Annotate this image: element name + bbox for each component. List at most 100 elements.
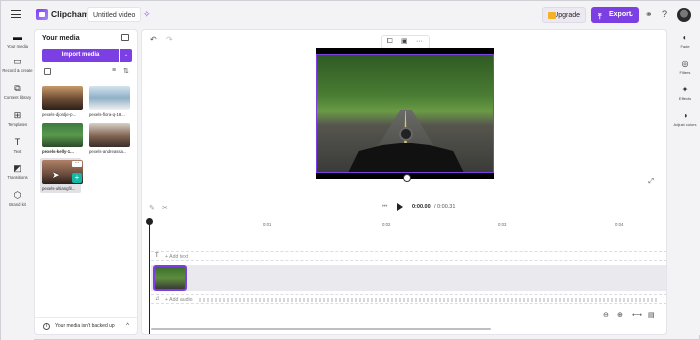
help-icon[interactable]: ? <box>662 9 667 19</box>
rail-item-brand-kit[interactable]: ⬡ Brand kit <box>1 191 34 208</box>
playback-controls: ✎ ✂ ⏮ 0:00.00 / 0:00.31 <box>142 198 666 218</box>
rail-item-content-library[interactable]: ⧉ Content library <box>1 83 34 101</box>
text-track[interactable]: T + Add text <box>151 251 666 261</box>
fullscreen-icon[interactable]: ⤢ <box>648 178 654 186</box>
media-item[interactable]: pexels-andreassa... <box>89 123 130 154</box>
fit-timeline-icon[interactable]: ⟷ <box>632 311 642 319</box>
video-title-field[interactable]: Untitled video <box>87 7 142 22</box>
menu-icon[interactable] <box>11 10 21 18</box>
export-label: Export <box>609 11 632 18</box>
import-options-button[interactable]: ⌄ <box>120 49 132 62</box>
ruler-tick: 0:01 <box>263 222 272 227</box>
rail-item-transitions[interactable]: ◩ Transitions <box>1 164 34 181</box>
audio-track[interactable]: ♫ + Add audio <box>151 294 666 304</box>
zoom-out-icon[interactable]: ⊖ <box>603 311 609 319</box>
video-clip[interactable] <box>153 265 187 291</box>
timeline-ruler[interactable]: 0:01 0:02 0:03 0:04 <box>142 218 666 230</box>
split-icon[interactable]: ✂ <box>162 204 168 212</box>
music-note-icon: ♫ <box>155 296 160 302</box>
rail-label: Brand kit <box>9 202 26 207</box>
cursor-icon: ➤ <box>52 170 60 180</box>
rail-label: Transitions <box>7 175 28 180</box>
media-item[interactable]: pexels-kelly-1... <box>42 123 83 154</box>
media-label: pexels-kelly-1... <box>42 149 74 154</box>
rail-label: Adjust colors <box>673 122 697 127</box>
avatar[interactable] <box>677 8 691 22</box>
app-window: Clipchamp Untitled video ✧ Upgrade ⤒ Exp… <box>0 0 700 340</box>
ruler-tick: 0:03 <box>498 222 507 227</box>
media-item[interactable]: pexels-flora-q-18... <box>89 86 130 117</box>
rail-label: Record & create <box>2 68 33 73</box>
top-bar: Clipchamp Untitled video ✧ Upgrade ⤒ Exp… <box>1 1 700 29</box>
crown-icon <box>548 12 556 19</box>
templates-icon: ⊞ <box>13 110 22 120</box>
filters-icon: ◎ <box>681 59 689 68</box>
rail-item-effects[interactable]: ✦ Effects <box>669 85 700 101</box>
magic-cut-icon[interactable]: ✎ <box>149 204 155 212</box>
left-rail: ▬ Your media ▭ Record & create ⧉ Content… <box>1 29 34 340</box>
media-item-selected[interactable]: ··· + ➤ pexels-ultiangfil... <box>40 158 83 193</box>
library-icon: ⧉ <box>14 83 21 93</box>
fade-icon: ◐ <box>682 33 688 42</box>
crop-icon[interactable]: ⧠ <box>387 36 393 48</box>
redo-icon[interactable]: ↷ <box>166 35 173 44</box>
sort-icon[interactable]: ⇅ <box>123 67 129 75</box>
preview-toolbar: ⧠ ▣ ··· <box>381 35 430 49</box>
caption-icon[interactable]: ▤ <box>648 311 655 319</box>
rail-item-filters[interactable]: ◎ Filters <box>669 59 700 75</box>
rail-item-record-create[interactable]: ▭ Record & create <box>1 56 34 74</box>
rail-item-text[interactable]: T Text <box>1 138 34 155</box>
ruler-tick: 0:02 <box>382 222 391 227</box>
folder-icon: ▬ <box>13 32 22 42</box>
info-icon: i <box>43 323 50 330</box>
camera-icon: ▭ <box>13 56 22 66</box>
rail-item-fade[interactable]: ◐ Fade <box>669 33 700 49</box>
skip-back-icon[interactable]: ⏮ <box>382 204 387 211</box>
media-panel: Your media Import media ⌄ ≡ ⇅ pexels-djo… <box>34 29 138 335</box>
current-time: 0:00.00 <box>412 204 431 210</box>
timeline-scrollbar[interactable] <box>151 328 491 330</box>
more-icon[interactable]: ··· <box>416 36 423 48</box>
magic-wand-icon[interactable]: ✧ <box>143 9 151 20</box>
media-thumbnail: ··· + ➤ <box>42 160 83 184</box>
media-thumbnail <box>42 86 83 110</box>
import-media-button[interactable]: Import media <box>42 49 119 62</box>
rail-label: Fade <box>680 44 690 49</box>
rail-label: Text <box>13 149 22 154</box>
clipchamp-logo-icon <box>36 9 48 20</box>
playhead[interactable] <box>146 218 153 334</box>
zoom-in-icon[interactable]: ⊕ <box>617 311 623 319</box>
play-button[interactable] <box>397 203 403 211</box>
more-options-icon[interactable]: ··· <box>72 161 82 167</box>
backup-notice[interactable]: i Your media isn't backed up ^ <box>35 317 137 334</box>
upload-icon: ⤒ <box>598 12 602 21</box>
media-item[interactable]: pexels-djordje-p... <box>42 86 83 117</box>
fit-icon[interactable]: ▣ <box>401 36 408 48</box>
rail-label: Filters <box>679 70 691 75</box>
rail-label: Your media <box>6 44 29 49</box>
upgrade-button[interactable]: Upgrade <box>542 7 586 23</box>
video-preview[interactable] <box>316 48 494 179</box>
chevron-down-icon: ⌄ <box>628 12 634 18</box>
add-audio-label[interactable]: + Add audio <box>165 297 193 303</box>
audio-waveform-placeholder <box>199 298 659 302</box>
panel-title: Your media <box>42 35 80 42</box>
rotate-handle-icon[interactable] <box>403 174 411 182</box>
export-button[interactable]: ⤒ Export ⌄ <box>591 7 639 23</box>
undo-icon[interactable]: ↶ <box>150 35 157 44</box>
zoom-controls: ⊖ ⊕ ⟷ ▤ <box>603 311 663 323</box>
media-thumbnail <box>89 86 130 110</box>
rail-item-templates[interactable]: ⊞ Templates <box>1 110 34 128</box>
media-label: pexels-flora-q-18... <box>89 112 125 117</box>
add-text-label[interactable]: + Add text <box>165 254 188 260</box>
filter-icon[interactable]: ≡ <box>112 67 116 74</box>
collapse-panel-icon[interactable] <box>121 34 129 41</box>
rail-label: Templates <box>7 122 28 127</box>
rail-item-adjust-colors[interactable]: ◑ Adjust colors <box>669 111 700 127</box>
share-icon[interactable]: ⚭ <box>645 9 653 20</box>
rail-label: Content library <box>3 95 32 100</box>
media-label: pexels-djordje-p... <box>42 112 77 117</box>
select-all-checkbox[interactable] <box>44 68 51 75</box>
rail-item-your-media[interactable]: ▬ Your media <box>1 32 34 50</box>
add-to-timeline-icon[interactable]: + <box>72 173 82 183</box>
